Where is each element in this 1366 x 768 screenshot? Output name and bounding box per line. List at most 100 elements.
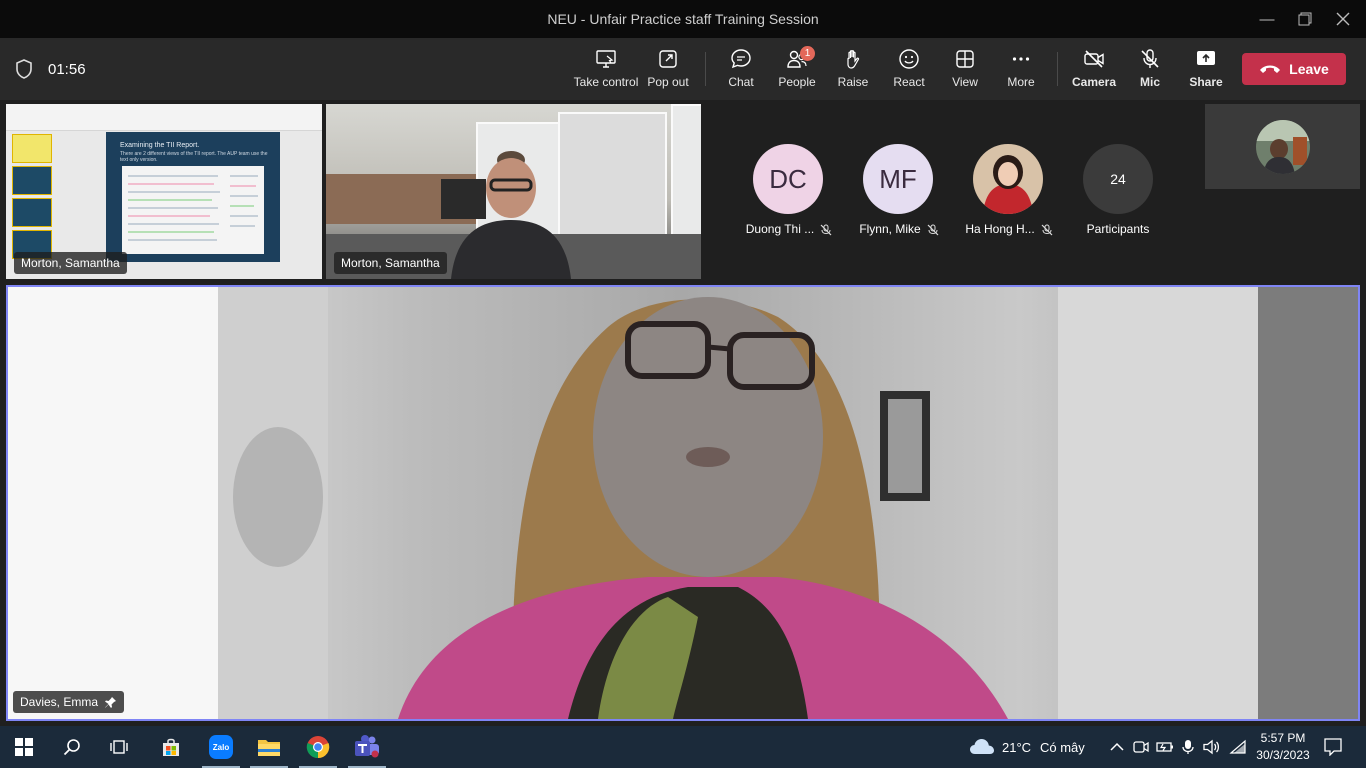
- restore-icon: [1298, 12, 1312, 26]
- hang-up-icon: [1260, 65, 1281, 73]
- speaker-name: Davies, Emma: [20, 695, 99, 709]
- grid-view-icon: [956, 50, 974, 68]
- participant-avatar[interactable]: MF: [863, 144, 933, 214]
- weather-temperature[interactable]: 21°C: [1002, 740, 1031, 755]
- chat-button[interactable]: Chat: [710, 48, 772, 94]
- close-icon: [1336, 12, 1350, 26]
- share-button[interactable]: Share: [1175, 48, 1237, 94]
- file-explorer-button[interactable]: [256, 734, 282, 760]
- take-control-icon: [596, 50, 616, 68]
- camera-off-icon: [1084, 50, 1104, 68]
- more-button[interactable]: More: [990, 48, 1052, 94]
- slide-text: There are 2 different views of the TII r…: [120, 151, 268, 163]
- network-button[interactable]: [1225, 734, 1251, 760]
- camera-tray-icon: [1133, 741, 1149, 753]
- meet-now-button[interactable]: [1128, 734, 1154, 760]
- view-button[interactable]: View: [934, 48, 996, 94]
- chrome-app-button[interactable]: [305, 734, 331, 760]
- store-app-button[interactable]: [158, 734, 184, 760]
- wifi-icon: [1229, 739, 1246, 754]
- participant-name-text: Ha Hong H...: [965, 222, 1035, 236]
- clock-time[interactable]: 5:57 PM: [1256, 731, 1310, 745]
- search-button[interactable]: [59, 734, 85, 760]
- participant-name-tag: Morton, Samantha: [334, 252, 447, 274]
- toolbar-divider: [705, 52, 706, 86]
- raise-hand-icon: [847, 50, 860, 69]
- minimize-icon: —: [1259, 10, 1275, 28]
- zalo-icon-text: Zalo: [212, 742, 230, 752]
- windows-taskbar: Zalo 21°C Có mây 5:57 PM 30/3/2023: [0, 726, 1366, 768]
- teams-icon: [355, 735, 379, 758]
- close-button[interactable]: [1320, 0, 1366, 38]
- participant-name-text: Duong Thi ...: [745, 222, 815, 236]
- react-label: React: [893, 75, 925, 89]
- speaker-name-tag: Davies, Emma: [13, 691, 125, 713]
- self-view-tile[interactable]: [1205, 104, 1360, 189]
- people-button[interactable]: 1 People: [766, 46, 828, 94]
- weather-description[interactable]: Có mây: [1040, 740, 1085, 755]
- take-control-label: Take control: [573, 75, 639, 89]
- notification-center-button[interactable]: [1320, 734, 1346, 760]
- microphone-tray-button[interactable]: [1175, 734, 1201, 760]
- slide-document-image: [122, 166, 264, 254]
- mic-off-icon: [1041, 224, 1053, 236]
- shield-icon: [16, 59, 32, 79]
- pop-out-label: Pop out: [647, 75, 689, 89]
- pop-out-icon: [659, 50, 677, 68]
- take-control-button[interactable]: Take control: [574, 48, 638, 94]
- avatar-initials: DC: [769, 163, 807, 194]
- leave-button[interactable]: Leave: [1242, 53, 1346, 85]
- mic-button[interactable]: Mic: [1119, 48, 1181, 94]
- speaker-volume-icon: [1203, 739, 1220, 755]
- ppt-ribbon: [6, 104, 322, 131]
- task-view-button[interactable]: [106, 734, 132, 760]
- battery-charging-icon: [1156, 742, 1173, 752]
- camera-button[interactable]: Camera: [1063, 48, 1125, 94]
- mic-off-icon: [820, 224, 832, 236]
- participant-avatar-photo[interactable]: [973, 144, 1043, 214]
- meeting-toolbar: 01:56 Take control Pop out Chat 1 People…: [0, 38, 1366, 100]
- zalo-icon: Zalo: [209, 735, 233, 759]
- pop-out-button[interactable]: Pop out: [637, 48, 699, 94]
- meeting-timer: 01:56: [48, 61, 86, 78]
- toolbar-divider: [1057, 52, 1058, 86]
- chat-icon: [731, 49, 751, 69]
- screen-share-tile[interactable]: Examining the TII Report. There are 2 di…: [6, 104, 322, 279]
- overflow-participants-button[interactable]: 24: [1083, 144, 1153, 214]
- clock-date[interactable]: 30/3/2023: [1252, 748, 1314, 762]
- main-speaker-video[interactable]: Davies, Emma: [6, 285, 1360, 721]
- overflow-participants-label: Participants: [1086, 222, 1150, 236]
- microphone-icon: [1182, 740, 1194, 754]
- share-icon: [1197, 51, 1215, 65]
- slide-title: Examining the TII Report.: [120, 142, 200, 149]
- slide-thumbnail: [12, 166, 52, 195]
- leave-label: Leave: [1289, 61, 1329, 77]
- meeting-stage: Examining the TII Report. There are 2 di…: [0, 100, 1366, 726]
- slide-thumbnail: [12, 198, 52, 227]
- raise-label: Raise: [837, 75, 869, 89]
- camera-label: Camera: [1071, 75, 1117, 89]
- windows-logo-icon: [15, 738, 33, 756]
- microsoft-store-icon: [163, 738, 179, 756]
- teams-app-button[interactable]: [354, 734, 380, 760]
- mic-label: Mic: [1139, 75, 1160, 89]
- view-label: View: [952, 75, 978, 89]
- raise-hand-button[interactable]: Raise: [822, 48, 884, 94]
- task-view-icon: [110, 740, 128, 754]
- participant-name-text: Flynn, Mike: [859, 222, 921, 236]
- react-button[interactable]: React: [878, 48, 940, 94]
- self-avatar-image: [1256, 120, 1310, 174]
- folder-icon: [258, 740, 280, 756]
- zalo-app-button[interactable]: Zalo: [207, 734, 235, 760]
- start-button[interactable]: [11, 734, 37, 760]
- participant-video-tile[interactable]: Morton, Samantha: [326, 104, 701, 279]
- avatar-initials: MF: [879, 163, 917, 194]
- people-badge: 1: [800, 46, 815, 61]
- participant-avatar[interactable]: DC: [753, 144, 823, 214]
- pin-icon[interactable]: [104, 696, 117, 709]
- participant-name: Flynn, Mike: [844, 222, 954, 236]
- smiley-icon: [899, 49, 919, 69]
- chat-label: Chat: [728, 75, 754, 89]
- volume-button[interactable]: [1199, 734, 1225, 760]
- show-hidden-icons-button[interactable]: [1104, 734, 1130, 760]
